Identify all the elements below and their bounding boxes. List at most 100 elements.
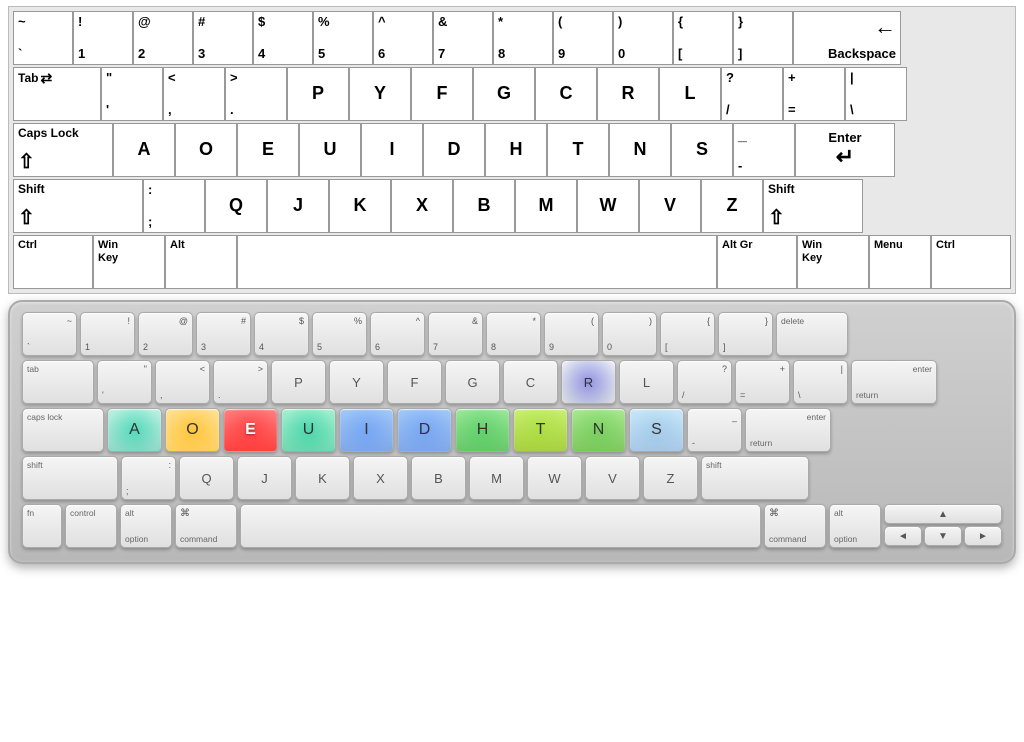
key-backspace[interactable]: ← Backspace — [793, 11, 901, 65]
mac-key-colon[interactable]: :; — [121, 456, 176, 500]
mac-key-delete[interactable]: delete — [776, 312, 848, 356]
mac-key-ctrl[interactable]: control — [65, 504, 117, 548]
mac-key-M[interactable]: M — [469, 456, 524, 500]
key-1[interactable]: !1 — [73, 11, 133, 65]
key-qmark[interactable]: ?/ — [721, 67, 783, 121]
key-9[interactable]: (9 — [553, 11, 613, 65]
key-alt-left[interactable]: Alt — [165, 235, 237, 289]
key-M[interactable]: M — [515, 179, 577, 233]
mac-key-cmd-right[interactable]: ⌘ command — [764, 504, 826, 548]
mac-key-K[interactable]: K — [295, 456, 350, 500]
key-R[interactable]: R — [597, 67, 659, 121]
key-F[interactable]: F — [411, 67, 473, 121]
key-D[interactable]: D — [423, 123, 485, 177]
mac-key-V[interactable]: V — [585, 456, 640, 500]
key-rbracket[interactable]: }] — [733, 11, 793, 65]
key-L[interactable]: L — [659, 67, 721, 121]
mac-key-lbracket[interactable]: {[ — [660, 312, 715, 356]
mac-key-plus[interactable]: += — [735, 360, 790, 404]
mac-key-arrow-right[interactable]: ► — [964, 526, 1002, 546]
key-2[interactable]: @2 — [133, 11, 193, 65]
key-E[interactable]: E — [237, 123, 299, 177]
mac-key-H-heat[interactable]: H — [455, 408, 510, 452]
key-space[interactable] — [237, 235, 717, 289]
mac-key-X[interactable]: X — [353, 456, 408, 500]
mac-key-lt[interactable]: <, — [155, 360, 210, 404]
mac-key-gt[interactable]: >. — [213, 360, 268, 404]
mac-key-Z[interactable]: Z — [643, 456, 698, 500]
mac-key-tilde[interactable]: ~` — [22, 312, 77, 356]
key-C[interactable]: C — [535, 67, 597, 121]
key-underscore[interactable]: _- — [733, 123, 795, 177]
key-K[interactable]: K — [329, 179, 391, 233]
mac-key-arrow-up[interactable]: ▲ — [884, 504, 1002, 524]
mac-key-3[interactable]: #3 — [196, 312, 251, 356]
mac-key-dash[interactable]: _- — [687, 408, 742, 452]
mac-key-space[interactable] — [240, 504, 761, 548]
mac-key-cmd-left[interactable]: ⌘ command — [175, 504, 237, 548]
key-pipe[interactable]: |\ — [845, 67, 907, 121]
mac-key-N-heat[interactable]: N — [571, 408, 626, 452]
mac-key-P[interactable]: P — [271, 360, 326, 404]
key-0[interactable]: )0 — [613, 11, 673, 65]
key-7[interactable]: &7 — [433, 11, 493, 65]
mac-key-E-heat[interactable]: E — [223, 408, 278, 452]
key-U[interactable]: U — [299, 123, 361, 177]
key-6[interactable]: ^6 — [373, 11, 433, 65]
mac-key-S-heat[interactable]: S — [629, 408, 684, 452]
key-I[interactable]: I — [361, 123, 423, 177]
key-N[interactable]: N — [609, 123, 671, 177]
mac-key-rbracket[interactable]: }] — [718, 312, 773, 356]
key-S[interactable]: S — [671, 123, 733, 177]
key-capslock[interactable]: Caps Lock ⇧ — [13, 123, 113, 177]
mac-key-tab[interactable]: tab — [22, 360, 94, 404]
mac-key-shift-left[interactable]: shift — [22, 456, 118, 500]
key-B[interactable]: B — [453, 179, 515, 233]
mac-key-capslock[interactable]: caps lock — [22, 408, 104, 452]
mac-key-shift-right[interactable]: shift — [701, 456, 809, 500]
key-V[interactable]: V — [639, 179, 701, 233]
mac-key-C[interactable]: C — [503, 360, 558, 404]
key-tab[interactable]: Tab ⇄ — [13, 67, 101, 121]
key-8[interactable]: *8 — [493, 11, 553, 65]
mac-key-F[interactable]: F — [387, 360, 442, 404]
mac-key-option-right[interactable]: alt option — [829, 504, 881, 548]
mac-key-L[interactable]: L — [619, 360, 674, 404]
mac-key-5[interactable]: %5 — [312, 312, 367, 356]
mac-key-arrow-down[interactable]: ▼ — [924, 526, 962, 546]
key-gt[interactable]: >. — [225, 67, 287, 121]
key-Q[interactable]: Q — [205, 179, 267, 233]
key-O[interactable]: O — [175, 123, 237, 177]
mac-key-7[interactable]: &7 — [428, 312, 483, 356]
mac-key-Q[interactable]: Q — [179, 456, 234, 500]
key-plus[interactable]: += — [783, 67, 845, 121]
key-colon[interactable]: :; — [143, 179, 205, 233]
mac-key-W[interactable]: W — [527, 456, 582, 500]
key-G[interactable]: G — [473, 67, 535, 121]
key-win-right[interactable]: WinKey — [797, 235, 869, 289]
key-quote[interactable]: "' — [101, 67, 163, 121]
mac-key-J[interactable]: J — [237, 456, 292, 500]
key-ctrl-right[interactable]: Ctrl — [931, 235, 1011, 289]
key-ctrl-left[interactable]: Ctrl — [13, 235, 93, 289]
mac-key-T-heat[interactable]: T — [513, 408, 568, 452]
mac-key-B[interactable]: B — [411, 456, 466, 500]
mac-key-D-heat[interactable]: D — [397, 408, 452, 452]
mac-key-9[interactable]: (9 — [544, 312, 599, 356]
key-H[interactable]: H — [485, 123, 547, 177]
key-X[interactable]: X — [391, 179, 453, 233]
key-lt[interactable]: <, — [163, 67, 225, 121]
key-shift-right[interactable]: Shift ⇧ — [763, 179, 863, 233]
mac-key-I-heat[interactable]: I — [339, 408, 394, 452]
mac-key-quote[interactable]: "' — [97, 360, 152, 404]
mac-key-6[interactable]: ^6 — [370, 312, 425, 356]
mac-key-0[interactable]: )0 — [602, 312, 657, 356]
key-T[interactable]: T — [547, 123, 609, 177]
mac-key-U-heat[interactable]: U — [281, 408, 336, 452]
mac-key-option-left[interactable]: alt option — [120, 504, 172, 548]
mac-key-pipe[interactable]: |\ — [793, 360, 848, 404]
key-win-left[interactable]: WinKey — [93, 235, 165, 289]
mac-key-8[interactable]: *8 — [486, 312, 541, 356]
key-lbracket[interactable]: {[ — [673, 11, 733, 65]
key-altgr[interactable]: Alt Gr — [717, 235, 797, 289]
